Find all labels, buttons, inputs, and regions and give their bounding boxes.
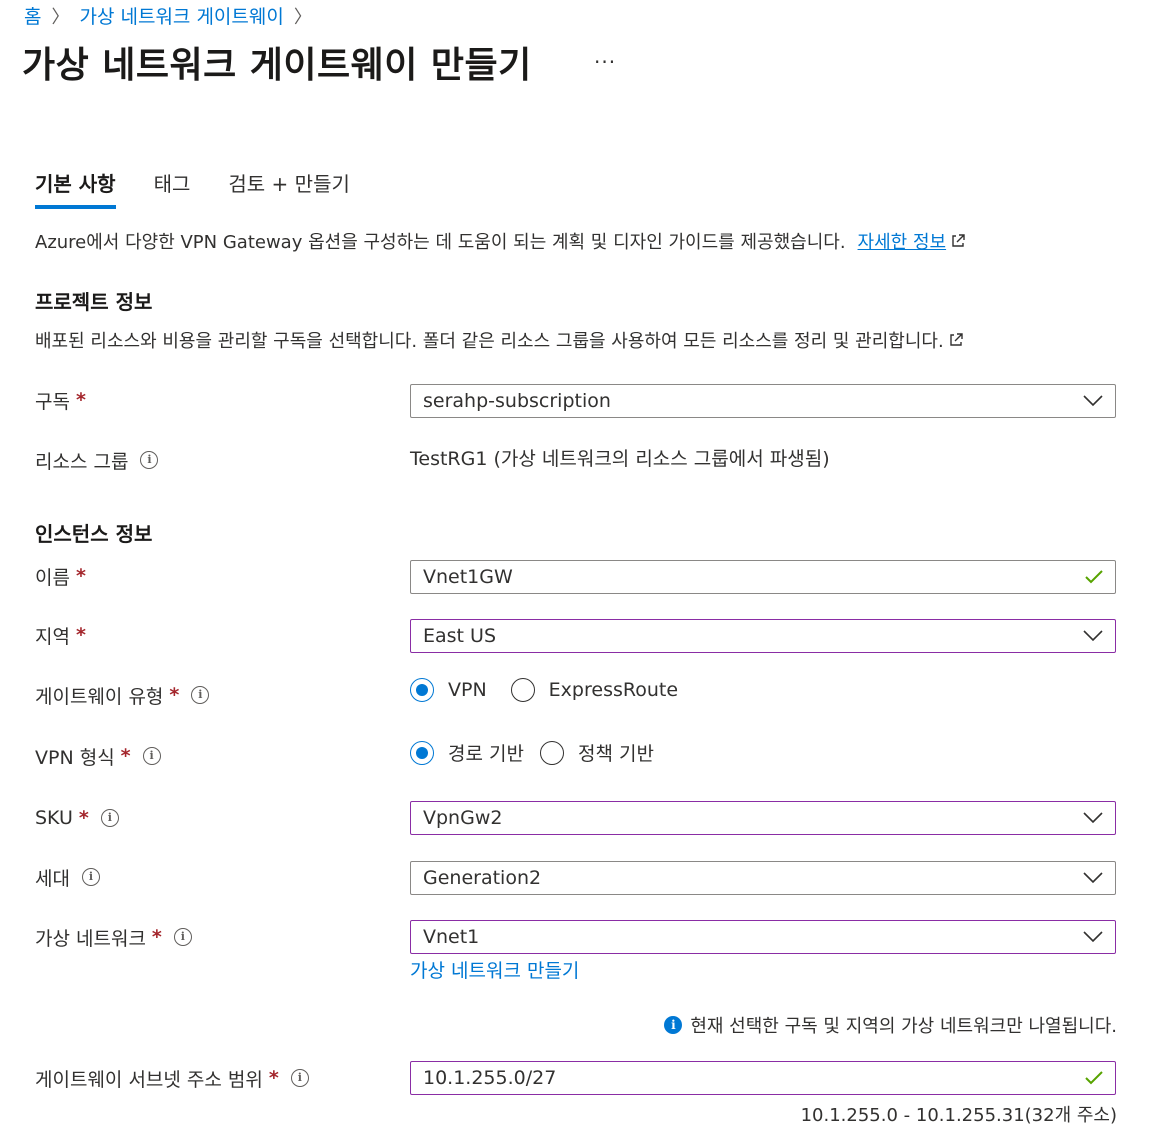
vpn-type-route-based-label: 경로 기반 [448,743,524,765]
subscription-label-text: 구독 [35,390,70,413]
region-label: 지역 * [35,623,86,648]
project-description-text: 배포된 리소스와 비용을 관리할 구독을 선택합니다. 폴더 같은 리소스 그룹… [35,331,944,352]
region-dropdown[interactable]: East US [410,619,1116,653]
radio-unchecked-icon [510,678,535,702]
required-marker: * [169,684,180,706]
name-label-text: 이름 [35,566,70,589]
resource-group-value: TestRG1 (가상 네트워크의 리소스 그룹에서 파생됨) [410,448,830,470]
generation-label: 세대 i [35,865,100,890]
gateway-subnet-label-text: 게이트웨이 서브넷 주소 범위 [35,1068,263,1091]
info-filled-icon: i [664,1016,683,1034]
subscription-dropdown[interactable]: serahp-subscription [410,384,1116,418]
gateway-type-radio-group: VPN ExpressRoute [410,678,690,702]
radio-checked-icon [410,678,434,702]
checkmark-icon [1085,570,1103,584]
gateway-type-label: 게이트웨이 유형 * i [35,683,210,708]
page-title: 가상 네트워크 게이트웨이 만들기 [22,45,532,86]
tab-list: 기본 사항 태그 검토 + 만들기 [35,168,388,209]
vnet-notice-text: 현재 선택한 구독 및 지역의 가상 네트워크만 나열됩니다. [690,1016,1117,1037]
generation-dropdown[interactable]: Generation2 [410,861,1116,895]
vpn-type-label-text: VPN 형식 [35,746,115,769]
chevron-down-icon [1083,395,1103,407]
subscription-label: 구독 * [35,388,86,413]
region-label-text: 지역 [35,625,70,648]
info-icon[interactable]: i [191,686,210,704]
info-icon[interactable]: i [173,928,192,946]
intro-text: Azure에서 다양한 VPN Gateway 옵션을 구성하는 데 도움이 되… [35,228,966,254]
external-link-icon[interactable] [948,332,964,348]
sku-dropdown[interactable]: VpnGw2 [410,801,1116,835]
virtual-network-value: Vnet1 [423,926,480,948]
sku-value: VpnGw2 [423,807,503,829]
chevron-right-icon: 〉 [293,6,312,28]
gateway-type-label-text: 게이트웨이 유형 [35,685,164,708]
intro-description: Azure에서 다양한 VPN Gateway 옵션을 구성하는 데 도움이 되… [35,232,846,253]
info-icon[interactable]: i [81,868,100,886]
chevron-down-icon [1083,812,1103,824]
chevron-down-icon [1083,872,1103,884]
info-icon[interactable]: i [290,1069,309,1087]
gateway-type-vpn-label: VPN [448,679,487,701]
virtual-network-label-text: 가상 네트워크 [35,927,146,950]
gateway-subnet-value: 10.1.255.0/27 [423,1067,557,1089]
generation-label-text: 세대 [35,867,70,890]
name-value: Vnet1GW [423,566,513,588]
chevron-down-icon [1083,931,1103,943]
more-options-button[interactable]: ··· [594,50,616,74]
gateway-subnet-input[interactable]: 10.1.255.0/27 [410,1061,1116,1095]
radio-unchecked-icon [539,740,564,765]
project-details-heading: 프로젝트 정보 [35,290,153,314]
subnet-range-hint: 10.1.255.0 - 10.1.255.31(32개 주소) [800,1105,1117,1126]
virtual-network-label: 가상 네트워크 * i [35,925,192,950]
sku-label: SKU * i [35,806,119,830]
required-marker: * [75,389,86,411]
required-marker: * [78,807,89,829]
info-icon[interactable]: i [142,747,161,765]
required-marker: * [151,926,162,948]
create-virtual-network-link[interactable]: 가상 네트워크 만들기 [410,956,579,983]
name-label: 이름 * [35,564,86,589]
learn-more-link[interactable]: 자세한 정보 [858,228,947,254]
vpn-type-policy-based-radio[interactable]: 정책 기반 [539,739,654,766]
subscription-value: serahp-subscription [423,390,611,412]
resource-group-label: 리소스 그룹 i [35,448,159,473]
vpn-type-route-based-radio[interactable]: 경로 기반 [410,739,524,766]
resource-group-label-text: 리소스 그룹 [35,450,129,473]
vnet-info-notice: i 현재 선택한 구독 및 지역의 가상 네트워크만 나열됩니다. [664,1012,1117,1038]
radio-checked-icon [410,740,434,765]
breadcrumb-vng-link[interactable]: 가상 네트워크 게이트웨이 [79,2,283,29]
required-marker: * [75,565,86,587]
info-icon[interactable]: i [140,451,159,469]
required-marker: * [75,624,86,646]
tab-tags[interactable]: 태그 [154,168,191,209]
breadcrumb: 홈 〉 가상 네트워크 게이트웨이 〉 [24,2,322,29]
chevron-down-icon [1083,630,1103,642]
tab-basics[interactable]: 기본 사항 [35,168,116,209]
required-marker: * [268,1067,279,1089]
checkmark-icon [1085,1071,1103,1085]
chevron-right-icon: 〉 [51,6,70,28]
gateway-type-vpn-radio[interactable]: VPN [410,678,487,702]
breadcrumb-home-link[interactable]: 홈 [24,2,41,29]
generation-value: Generation2 [423,867,542,889]
tab-review-create[interactable]: 검토 + 만들기 [228,168,349,209]
instance-details-heading: 인스턴스 정보 [35,522,153,546]
vpn-type-policy-based-label: 정책 기반 [577,743,654,765]
vpn-type-label: VPN 형식 * i [35,744,161,769]
sku-label-text: SKU [35,807,73,829]
region-value: East US [423,625,497,647]
vpn-type-radio-group: 경로 기반 정책 기반 [410,739,666,766]
name-input[interactable]: Vnet1GW [410,560,1116,594]
external-link-icon [952,234,965,247]
gateway-type-expressroute-label: ExpressRoute [548,679,679,701]
info-icon[interactable]: i [100,809,119,827]
gateway-subnet-label: 게이트웨이 서브넷 주소 범위 * i [35,1066,309,1091]
required-marker: * [120,745,131,767]
project-description: 배포된 리소스와 비용을 관리할 구독을 선택합니다. 폴더 같은 리소스 그룹… [35,327,964,353]
gateway-type-expressroute-radio[interactable]: ExpressRoute [510,678,679,702]
virtual-network-dropdown[interactable]: Vnet1 [410,920,1116,954]
